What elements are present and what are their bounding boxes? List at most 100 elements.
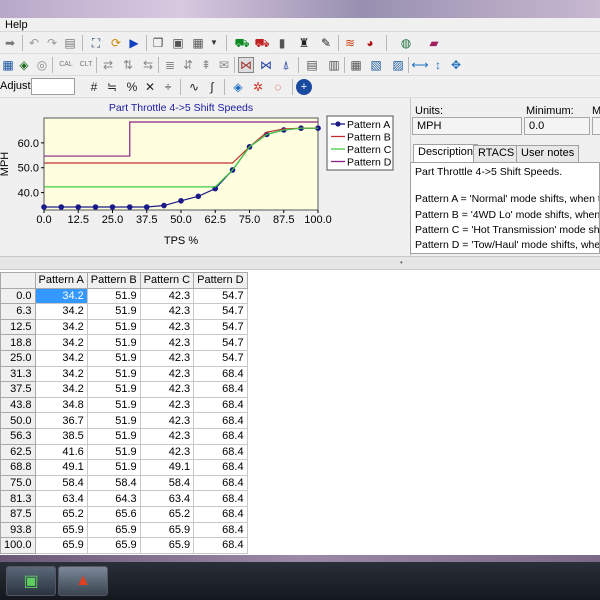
dropdown-icon[interactable]: ▼ [206,35,222,51]
column-header[interactable]: Pattern C [139,272,195,289]
approx-icon[interactable]: ≒ [104,79,120,95]
row-header[interactable]: 68.8 [0,459,36,476]
table-icon[interactable]: ▤ [304,57,320,73]
table-cell[interactable]: 51.9 [86,287,141,305]
row-header[interactable]: 25.0 [0,349,36,367]
book-icon[interactable]: ▰ [426,35,442,51]
stack-icon[interactable]: ▧ [368,57,384,73]
taskbar-app-monitor-icon[interactable]: ▣ [6,566,56,596]
column-header[interactable]: Pattern A [34,272,88,289]
table-cell[interactable]: 68.4 [193,459,248,476]
move-icon[interactable]: ▨ [390,57,406,73]
percent-icon[interactable]: % [124,79,140,95]
table-cell[interactable]: 34.2 [34,334,88,351]
table-cell[interactable]: 65.9 [86,537,141,554]
tab-rtacs[interactable]: RTACS [473,145,520,162]
swap-icon[interactable]: ⇄ [100,57,116,73]
table-cell[interactable]: 68.4 [193,396,248,414]
table-cell[interactable]: 42.3 [139,334,195,351]
table-cell[interactable]: 65.9 [139,537,195,554]
envelope-icon[interactable]: ✉ [216,57,232,73]
table-cell[interactable]: 68.4 [193,443,248,461]
table-cell[interactable]: 51.9 [86,443,141,461]
table-cell[interactable]: 54.7 [193,287,248,305]
table-cell[interactable]: 68.4 [193,537,248,554]
table-cell[interactable]: 58.4 [86,474,141,492]
table-cell[interactable]: 68.4 [193,505,248,523]
table-cell[interactable]: 51.9 [86,303,141,320]
select-icon[interactable]: ⛶ [88,35,104,51]
table-cell[interactable]: 42.3 [139,443,195,461]
columns-icon[interactable]: ⇅ [120,57,136,73]
adjust-input[interactable] [31,78,75,95]
table-cell[interactable]: 49.1 [34,459,88,476]
car-red-icon[interactable]: ⛟ [254,35,270,51]
gauge-icon[interactable]: ◕ [362,35,378,51]
table-cell[interactable]: 34.2 [34,381,88,398]
compare-icon[interactable]: ⇵ [180,57,196,73]
row-header[interactable]: 93.8 [0,521,36,539]
rotate-icon[interactable]: ✲ [250,79,266,95]
arrows-icon[interactable]: ⇆ [140,57,156,73]
table-cell[interactable]: 51.9 [86,396,141,414]
table-cell[interactable]: 42.3 [139,303,195,320]
play-icon[interactable]: ▶ [126,35,142,51]
table-cell[interactable]: 64.3 [86,490,141,507]
table-cell[interactable]: 51.9 [86,365,141,383]
row-header[interactable]: 18.8 [0,334,36,351]
table-cell[interactable]: 34.2 [34,287,88,305]
row-header[interactable]: 43.8 [0,396,36,414]
table-cell[interactable]: 68.4 [193,365,248,383]
row-header[interactable]: 6.3 [0,303,36,320]
table-cell[interactable]: 38.5 [34,427,88,445]
table-cell[interactable]: 58.4 [139,474,195,492]
multiply-icon[interactable]: ✕ [142,79,158,95]
row-header[interactable]: 31.3 [0,365,36,383]
table-cell[interactable]: 68.4 [193,490,248,507]
pyramid-icon[interactable]: ⍋ [278,57,294,73]
row-header[interactable]: 50.0 [0,412,36,429]
h-arrow-icon[interactable]: ⟷ [411,57,428,73]
table-cell[interactable]: 42.3 [139,412,195,429]
wand-icon[interactable]: ✎ [318,35,334,51]
table-cell[interactable]: 42.3 [139,396,195,414]
table-cell[interactable]: 51.9 [86,412,141,429]
table2-icon[interactable]: ▦ [348,57,364,73]
table-cell[interactable]: 51.9 [86,459,141,476]
hash-icon[interactable]: # [86,79,102,95]
undo-icon[interactable]: ↶ [26,35,42,51]
paste-icon[interactable]: ▣ [170,35,186,51]
table-cell[interactable]: 54.7 [193,334,248,351]
table-cell[interactable]: 42.3 [139,287,195,305]
row-header[interactable]: 100.0 [0,537,36,554]
table-cell[interactable]: 42.3 [139,349,195,367]
table-cell[interactable]: 42.3 [139,318,195,336]
table-cell[interactable]: 34.2 [34,365,88,383]
tuning-icon[interactable]: ≋ [342,35,358,51]
row-header[interactable]: 75.0 [0,474,36,492]
wave-icon[interactable]: ∿ [186,79,202,95]
divide-icon[interactable]: ÷ [160,79,176,95]
table-cell[interactable]: 34.8 [34,396,88,414]
paste-special-icon[interactable]: ▦ [190,35,206,51]
refresh-icon[interactable]: ⟳ [108,35,124,51]
table-cell[interactable]: 51.9 [86,318,141,336]
table-cell[interactable]: 51.9 [86,349,141,367]
table-cell[interactable]: 42.3 [139,365,195,383]
table-cell[interactable]: 63.4 [139,490,195,507]
clt-icon[interactable]: CLT [78,57,94,73]
graph-icon[interactable]: ⋈ [258,57,274,73]
table-cell[interactable]: 42.3 [139,381,195,398]
taskbar-app-tuner-icon[interactable]: ▲ [58,566,108,596]
row-header[interactable]: 81.3 [0,490,36,507]
globe-icon[interactable]: ◍ [398,35,414,51]
table-cell[interactable]: 54.7 [193,349,248,367]
table-cell[interactable]: 68.4 [193,474,248,492]
table-cell[interactable]: 68.4 [193,427,248,445]
table-cell[interactable]: 58.4 [34,474,88,492]
tab-user-notes[interactable]: User notes [516,145,580,162]
traffic-light-icon[interactable]: ▮ [274,35,290,51]
plus-circle-icon[interactable]: + [296,79,312,95]
row-header[interactable]: 12.5 [0,318,36,336]
cal-icon[interactable]: CAL [58,57,74,73]
